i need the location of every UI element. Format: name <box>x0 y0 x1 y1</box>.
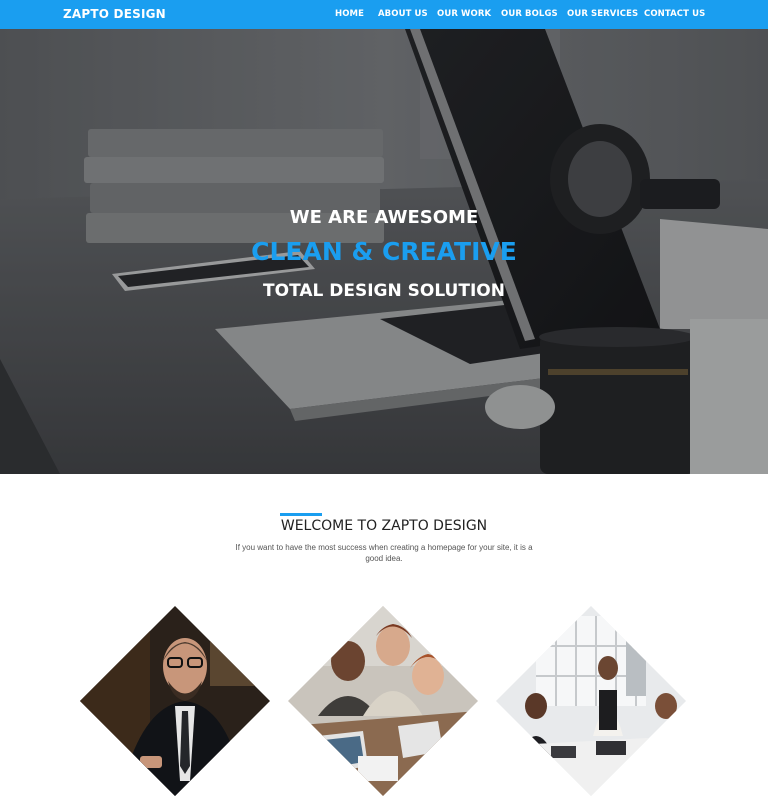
top-navbar: ZAPTO DESIGN HOME ABOUT US OUR WORK OUR … <box>0 0 768 29</box>
nav-item-our-blogs[interactable]: OUR BOLGS <box>501 9 558 19</box>
section-title: WELCOME TO ZAPTO DESIGN <box>280 518 488 534</box>
section-description: If you want to have the most success whe… <box>235 543 533 563</box>
team-image-businessman <box>80 606 270 796</box>
hero-heading-line1: WE ARE AWESOME <box>289 207 479 228</box>
team-image-office <box>496 606 686 796</box>
nav-item-home[interactable]: HOME <box>335 9 364 19</box>
nav-menu: HOME ABOUT US OUR WORK OUR BOLGS OUR SER… <box>0 9 768 23</box>
nav-item-our-services[interactable]: OUR SERVICES <box>567 9 638 19</box>
nav-item-about-us[interactable]: ABOUT US <box>378 9 428 19</box>
nav-item-contact-us[interactable]: CONTACT US <box>644 9 705 19</box>
title-accent-bar <box>280 513 322 516</box>
team-image-meeting <box>288 606 478 796</box>
hero-heading-line3: TOTAL DESIGN SOLUTION <box>263 281 505 301</box>
hero-heading-line2: CLEAN & CREATIVE <box>251 237 517 266</box>
nav-item-our-work[interactable]: OUR WORK <box>437 9 491 19</box>
hero-banner: WE ARE AWESOME CLEAN & CREATIVE TOTAL DE… <box>0 29 768 474</box>
